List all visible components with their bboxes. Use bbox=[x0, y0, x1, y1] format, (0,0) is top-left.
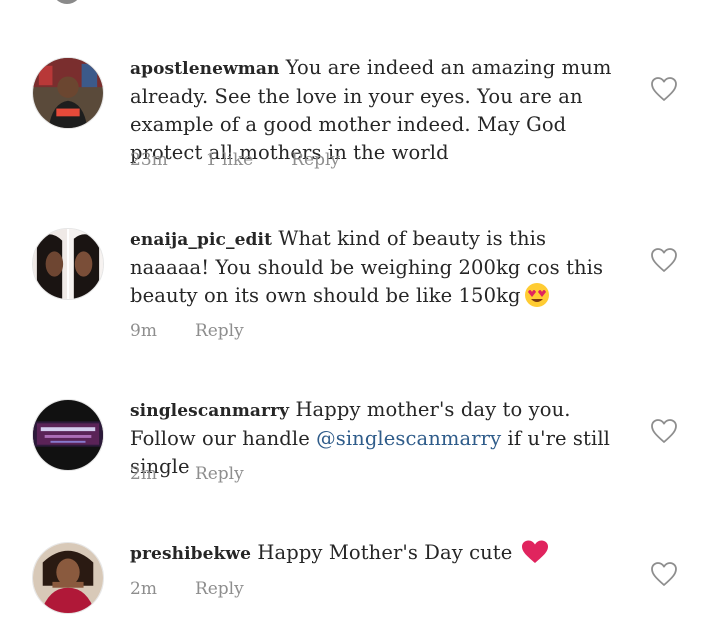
avatar[interactable] bbox=[32, 228, 104, 300]
avatar[interactable] bbox=[32, 57, 104, 129]
mention-link[interactable]: @singlescanmarry bbox=[316, 427, 501, 450]
comment-text: Happy Mother's Day cute bbox=[257, 541, 513, 564]
comment-time: 23m bbox=[130, 150, 168, 170]
previous-comment-avatar bbox=[52, 0, 82, 4]
like-heart-icon[interactable] bbox=[650, 76, 678, 102]
reply-button[interactable]: Reply bbox=[195, 464, 244, 484]
reply-button[interactable]: Reply bbox=[195, 321, 244, 341]
comment-username[interactable]: preshibekwe bbox=[130, 544, 251, 564]
comment-time: 2m bbox=[130, 464, 157, 484]
comment-meta: 2m Reply bbox=[130, 464, 244, 484]
comment-username[interactable]: enaija_pic_edit bbox=[130, 230, 272, 250]
comment-likes[interactable]: 1 like bbox=[206, 150, 253, 170]
comment-time: 2m bbox=[130, 579, 157, 599]
avatar[interactable] bbox=[32, 399, 104, 471]
like-heart-icon[interactable] bbox=[650, 247, 678, 273]
red-heart-emoji bbox=[521, 539, 549, 565]
reply-button[interactable]: Reply bbox=[291, 150, 340, 170]
comment-body: preshibekwe Happy Mother's Day cute bbox=[130, 539, 630, 568]
comment-time: 9m bbox=[130, 321, 157, 341]
comment-username[interactable]: singlescanmarry bbox=[130, 401, 289, 421]
reply-button[interactable]: Reply bbox=[195, 579, 244, 599]
comment-body: enaija_pic_edit What kind of beauty is t… bbox=[130, 225, 630, 310]
like-heart-icon[interactable] bbox=[650, 561, 678, 587]
like-heart-icon[interactable] bbox=[650, 418, 678, 444]
comment-meta: 9m Reply bbox=[130, 321, 244, 341]
comment-meta: 2m Reply bbox=[130, 579, 244, 599]
heart-eyes-emoji bbox=[523, 282, 551, 308]
comment-username[interactable]: apostlenewman bbox=[130, 59, 279, 79]
avatar[interactable] bbox=[32, 542, 104, 614]
comment-meta: 23m 1 like Reply bbox=[130, 150, 340, 170]
